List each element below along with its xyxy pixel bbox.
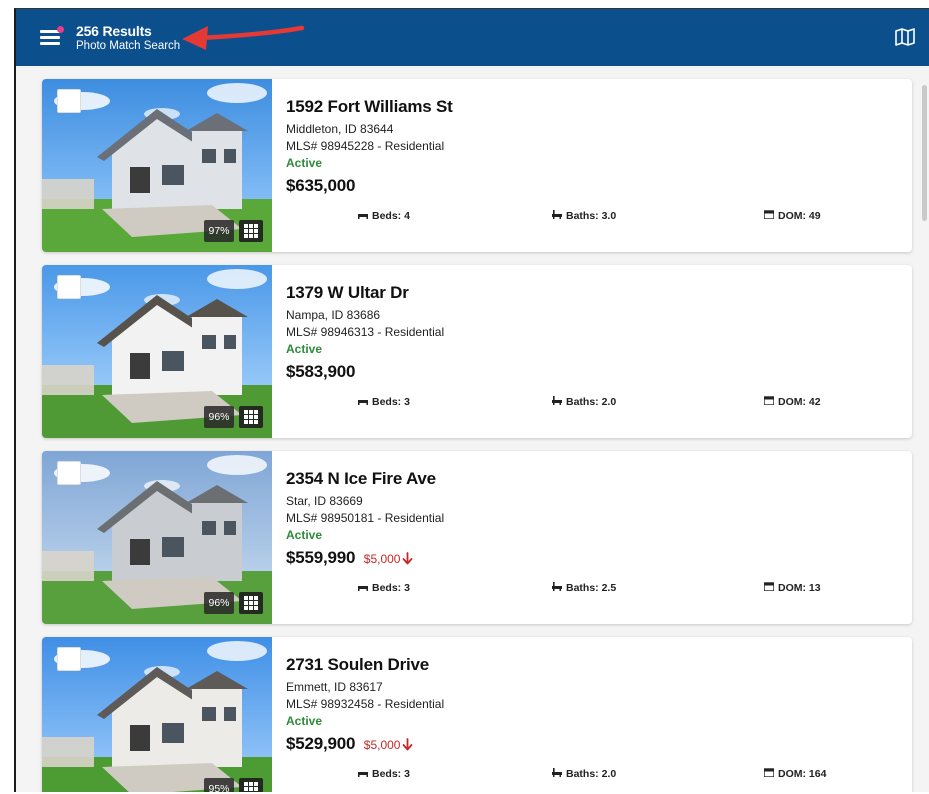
beds-value: Beds: 3 xyxy=(372,768,410,780)
listing-photo[interactable]: 95% xyxy=(42,637,272,792)
bed-icon xyxy=(358,582,368,594)
scrollbar-thumb[interactable] xyxy=(922,85,927,221)
listing-address[interactable]: 1379 W Ultar Dr xyxy=(286,283,409,303)
bathtub-icon xyxy=(552,582,562,594)
dom-value: DOM: 13 xyxy=(778,582,821,594)
map-icon[interactable] xyxy=(895,28,915,46)
beds-stat: Beds: 4 xyxy=(358,210,410,222)
listing-city: Emmett, ID 83617 xyxy=(286,680,383,694)
notification-dot xyxy=(57,26,64,33)
photo-match-percent: 96% xyxy=(204,592,234,614)
listing-city: Middleton, ID 83644 xyxy=(286,122,394,136)
listing-info: 1592 Fort Williams St Middleton, ID 8364… xyxy=(286,79,906,252)
results-count: 256 Results xyxy=(76,23,152,39)
app-window: 256 Results Photo Match Search 97% 1592 … xyxy=(14,8,929,792)
beds-value: Beds: 4 xyxy=(372,210,410,222)
price-row: $583,900 xyxy=(286,362,356,382)
listing-mls: MLS# 98946313 - Residential xyxy=(286,325,445,339)
baths-stat: Baths: 2.0 xyxy=(552,396,616,408)
price-row: $529,900 $5,000 xyxy=(286,734,413,756)
bed-icon xyxy=(358,210,368,222)
price-drop-amount: $5,000 xyxy=(363,738,401,752)
listing-price: $529,900 xyxy=(286,734,356,753)
photo-grid-icon[interactable] xyxy=(239,406,263,428)
bathtub-icon xyxy=(552,210,562,222)
listing-address[interactable]: 2731 Soulen Drive xyxy=(286,655,429,675)
dom-value: DOM: 42 xyxy=(778,396,821,408)
bed-icon xyxy=(358,768,368,780)
baths-value: Baths: 2.0 xyxy=(566,396,617,408)
select-checkbox[interactable] xyxy=(57,89,81,113)
listing-status: Active xyxy=(286,714,323,728)
listing-city: Star, ID 83669 xyxy=(286,494,363,508)
search-type-label: Photo Match Search xyxy=(76,40,181,52)
beds-value: Beds: 3 xyxy=(372,582,410,594)
listing-status: Active xyxy=(286,156,323,170)
listing-mls: MLS# 98932458 - Residential xyxy=(286,697,445,711)
calendar-icon xyxy=(763,396,775,408)
listing-photo[interactable]: 96% xyxy=(42,265,272,438)
listing-photo[interactable]: 97% xyxy=(42,79,272,252)
photo-grid-icon[interactable] xyxy=(239,592,263,614)
listing-card[interactable]: 96% 2354 N Ice Fire Ave Star, ID 83669 M… xyxy=(42,451,912,624)
baths-value: Baths: 3.0 xyxy=(566,210,617,222)
scrollbar[interactable] xyxy=(922,73,927,789)
listing-address[interactable]: 2354 N Ice Fire Ave xyxy=(286,469,436,489)
dom-stat: DOM: 42 xyxy=(763,396,821,408)
listing-city: Nampa, ID 83686 xyxy=(286,308,381,322)
arrow-down-icon xyxy=(402,552,413,570)
app-header: 256 Results Photo Match Search xyxy=(16,9,929,66)
listing-status: Active xyxy=(286,528,323,542)
select-checkbox[interactable] xyxy=(57,461,81,485)
dom-value: DOM: 49 xyxy=(778,210,821,222)
photo-match-percent: 95% xyxy=(204,778,234,792)
hamburger-menu-icon[interactable] xyxy=(40,26,64,47)
photo-grid-icon[interactable] xyxy=(239,778,263,792)
bathtub-icon xyxy=(552,768,562,780)
beds-stat: Beds: 3 xyxy=(358,768,410,780)
baths-stat: Baths: 3.0 xyxy=(552,210,616,222)
listing-photo[interactable]: 96% xyxy=(42,451,272,624)
listing-info: 2354 N Ice Fire Ave Star, ID 83669 MLS# … xyxy=(286,451,906,624)
dom-stat: DOM: 49 xyxy=(763,210,821,222)
listing-address[interactable]: 1592 Fort Williams St xyxy=(286,97,453,117)
select-checkbox[interactable] xyxy=(57,275,81,299)
photo-grid-icon[interactable] xyxy=(239,220,263,242)
listing-price: $635,000 xyxy=(286,176,356,195)
dom-value: DOM: 164 xyxy=(778,768,827,780)
calendar-icon xyxy=(763,582,775,594)
price-row: $635,000 xyxy=(286,176,356,196)
baths-stat: Baths: 2.0 xyxy=(552,768,616,780)
calendar-icon xyxy=(763,210,775,222)
baths-value: Baths: 2.5 xyxy=(566,582,617,594)
select-checkbox[interactable] xyxy=(57,647,81,671)
photo-match-percent: 96% xyxy=(204,406,234,428)
beds-stat: Beds: 3 xyxy=(358,582,410,594)
listing-status: Active xyxy=(286,342,323,356)
dom-stat: DOM: 164 xyxy=(763,768,827,780)
beds-value: Beds: 3 xyxy=(372,396,410,408)
listing-card[interactable]: 96% 1379 W Ultar Dr Nampa, ID 83686 MLS#… xyxy=(42,265,912,438)
bed-icon xyxy=(358,396,368,408)
listing-price: $583,900 xyxy=(286,362,356,381)
listing-mls: MLS# 98950181 - Residential xyxy=(286,511,445,525)
price-drop-amount: $5,000 xyxy=(363,552,401,566)
listing-info: 1379 W Ultar Dr Nampa, ID 83686 MLS# 989… xyxy=(286,265,906,438)
baths-value: Baths: 2.0 xyxy=(566,768,617,780)
listing-price: $559,990 xyxy=(286,548,356,567)
arrow-down-icon xyxy=(402,738,413,756)
beds-stat: Beds: 3 xyxy=(358,396,410,408)
dom-stat: DOM: 13 xyxy=(763,582,821,594)
photo-match-percent: 97% xyxy=(204,220,234,242)
listing-card[interactable]: 97% 1592 Fort Williams St Middleton, ID … xyxy=(42,79,912,252)
listing-mls: MLS# 98945228 - Residential xyxy=(286,139,445,153)
listing-card[interactable]: 95% 2731 Soulen Drive Emmett, ID 83617 M… xyxy=(42,637,912,792)
bathtub-icon xyxy=(552,396,562,408)
baths-stat: Baths: 2.5 xyxy=(552,582,616,594)
listing-info: 2731 Soulen Drive Emmett, ID 83617 MLS# … xyxy=(286,637,906,792)
price-row: $559,990 $5,000 xyxy=(286,548,413,570)
calendar-icon xyxy=(763,768,775,780)
